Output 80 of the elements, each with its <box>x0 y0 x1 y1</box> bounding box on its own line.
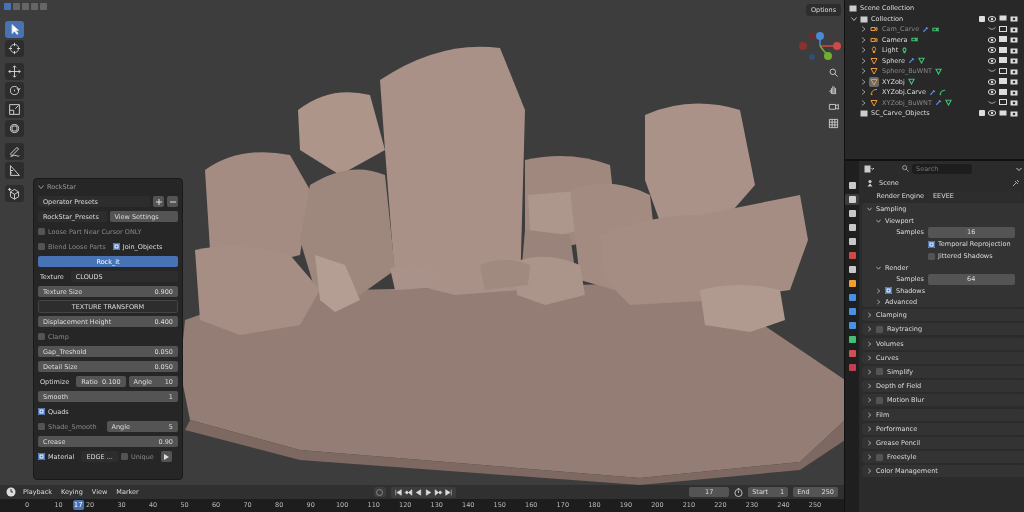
checkbox[interactable] <box>979 15 985 22</box>
camera-icon[interactable] <box>1010 109 1018 117</box>
camera-icon[interactable] <box>1010 15 1018 23</box>
arrow-icon <box>8 23 21 36</box>
play-icon <box>163 453 169 460</box>
play-button[interactable] <box>160 451 172 462</box>
camera-icon[interactable] <box>1010 57 1018 65</box>
clock-icon[interactable] <box>6 487 16 497</box>
tool-button[interactable] <box>5 21 24 38</box>
eye-icon[interactable] <box>988 57 996 64</box>
rotate-icon <box>8 84 21 97</box>
tool-button[interactable] <box>5 40 24 57</box>
curve-data-icon <box>938 88 946 96</box>
checkbox[interactable] <box>979 110 985 117</box>
pin-icon[interactable] <box>1011 179 1020 187</box>
scale-icon <box>8 103 21 116</box>
tool-button[interactable] <box>5 143 24 160</box>
mesh-data-icon <box>907 78 915 86</box>
ruler-icon <box>8 164 21 177</box>
move-icon <box>8 65 21 78</box>
play-icon[interactable] <box>424 487 433 497</box>
editor-type-icon[interactable] <box>864 164 874 173</box>
transform-icon <box>8 122 21 135</box>
plus-icon <box>155 198 162 205</box>
closed-eye-icon[interactable] <box>988 26 996 33</box>
minus-icon <box>169 198 176 205</box>
stopwatch-icon[interactable] <box>734 487 744 497</box>
next-key-icon[interactable] <box>434 487 443 497</box>
camera-icon[interactable] <box>1010 25 1018 33</box>
collection-icon <box>860 109 868 118</box>
light-data-icon <box>901 46 909 54</box>
mesh-data-icon <box>917 57 925 65</box>
checkbox[interactable] <box>885 287 892 294</box>
circle-icon <box>376 488 384 496</box>
properties-tab[interactable] <box>845 194 859 205</box>
eye-icon[interactable] <box>988 15 996 22</box>
tool-button[interactable] <box>5 101 24 118</box>
tool-button[interactable] <box>5 185 24 202</box>
eye-icon[interactable] <box>988 89 996 96</box>
camera-icon[interactable] <box>1010 36 1018 44</box>
search-icon <box>902 165 909 172</box>
closed-eye-icon[interactable] <box>988 99 996 106</box>
eye-icon[interactable] <box>988 36 996 43</box>
pencil-icon <box>8 145 21 158</box>
record-button[interactable] <box>374 487 386 497</box>
eye-icon[interactable] <box>988 47 996 54</box>
camera-icon[interactable] <box>1010 78 1018 86</box>
hand-icon[interactable] <box>828 84 839 95</box>
scene-icon <box>867 179 875 187</box>
crosshair-icon <box>8 42 21 55</box>
remove-button[interactable] <box>167 196 178 207</box>
eye-icon[interactable] <box>988 110 996 117</box>
eye-icon[interactable] <box>988 78 996 85</box>
tool-button[interactable] <box>5 162 24 179</box>
jump-end-icon[interactable] <box>444 487 453 497</box>
jump-start-icon[interactable] <box>394 487 403 497</box>
reverse-icon[interactable] <box>414 487 423 497</box>
camera-icon[interactable] <box>1010 88 1018 96</box>
checkbox[interactable] <box>876 396 883 404</box>
camera-data-icon <box>910 36 918 44</box>
camera-icon[interactable] <box>1010 99 1018 107</box>
closed-eye-icon[interactable] <box>988 68 996 75</box>
checkbox[interactable] <box>876 325 883 333</box>
camera-data-icon <box>932 25 940 33</box>
camera-icon[interactable] <box>1010 67 1018 75</box>
tool-button[interactable] <box>5 63 24 80</box>
camera-icon[interactable] <box>828 101 839 112</box>
camera-icon[interactable] <box>1010 46 1018 54</box>
mesh-data-icon <box>944 99 952 107</box>
checkbox[interactable] <box>876 453 883 461</box>
axis-gizmo-icon <box>797 32 843 62</box>
cube-icon <box>8 187 21 200</box>
add-button[interactable] <box>153 196 164 207</box>
tool-button[interactable] <box>5 120 24 137</box>
prev-key-icon[interactable] <box>404 487 413 497</box>
grid-icon[interactable] <box>828 118 839 129</box>
tool-button[interactable] <box>5 82 24 99</box>
checkbox[interactable] <box>876 368 883 376</box>
mesh-data-icon <box>935 67 942 75</box>
zoom-icon[interactable] <box>828 67 839 78</box>
